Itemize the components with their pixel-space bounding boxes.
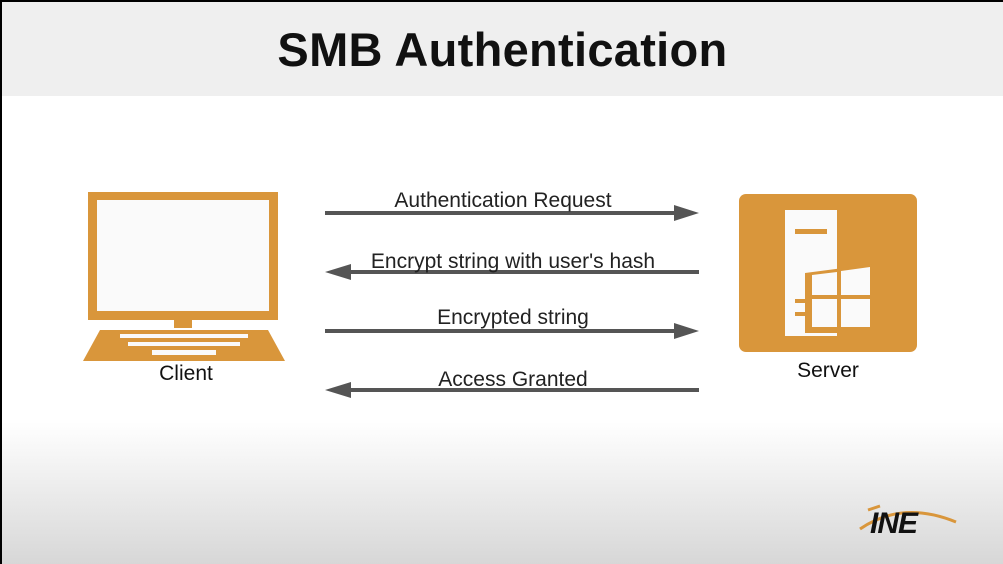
message-label: Access Granted	[438, 368, 588, 391]
message-label: Encrypted string	[437, 306, 589, 329]
slide: SMB Authentication Authentication Reques…	[2, 2, 1003, 564]
laptop-icon	[83, 192, 285, 361]
server-label: Server	[797, 359, 859, 382]
client-label: Client	[159, 362, 213, 385]
diagram-graphics	[83, 192, 957, 531]
message-label: Encrypt string with user's hash	[370, 250, 656, 273]
windows-server-icon	[739, 194, 917, 352]
ine-logo: INE	[870, 507, 918, 540]
message-label: Authentication Request	[394, 189, 612, 212]
